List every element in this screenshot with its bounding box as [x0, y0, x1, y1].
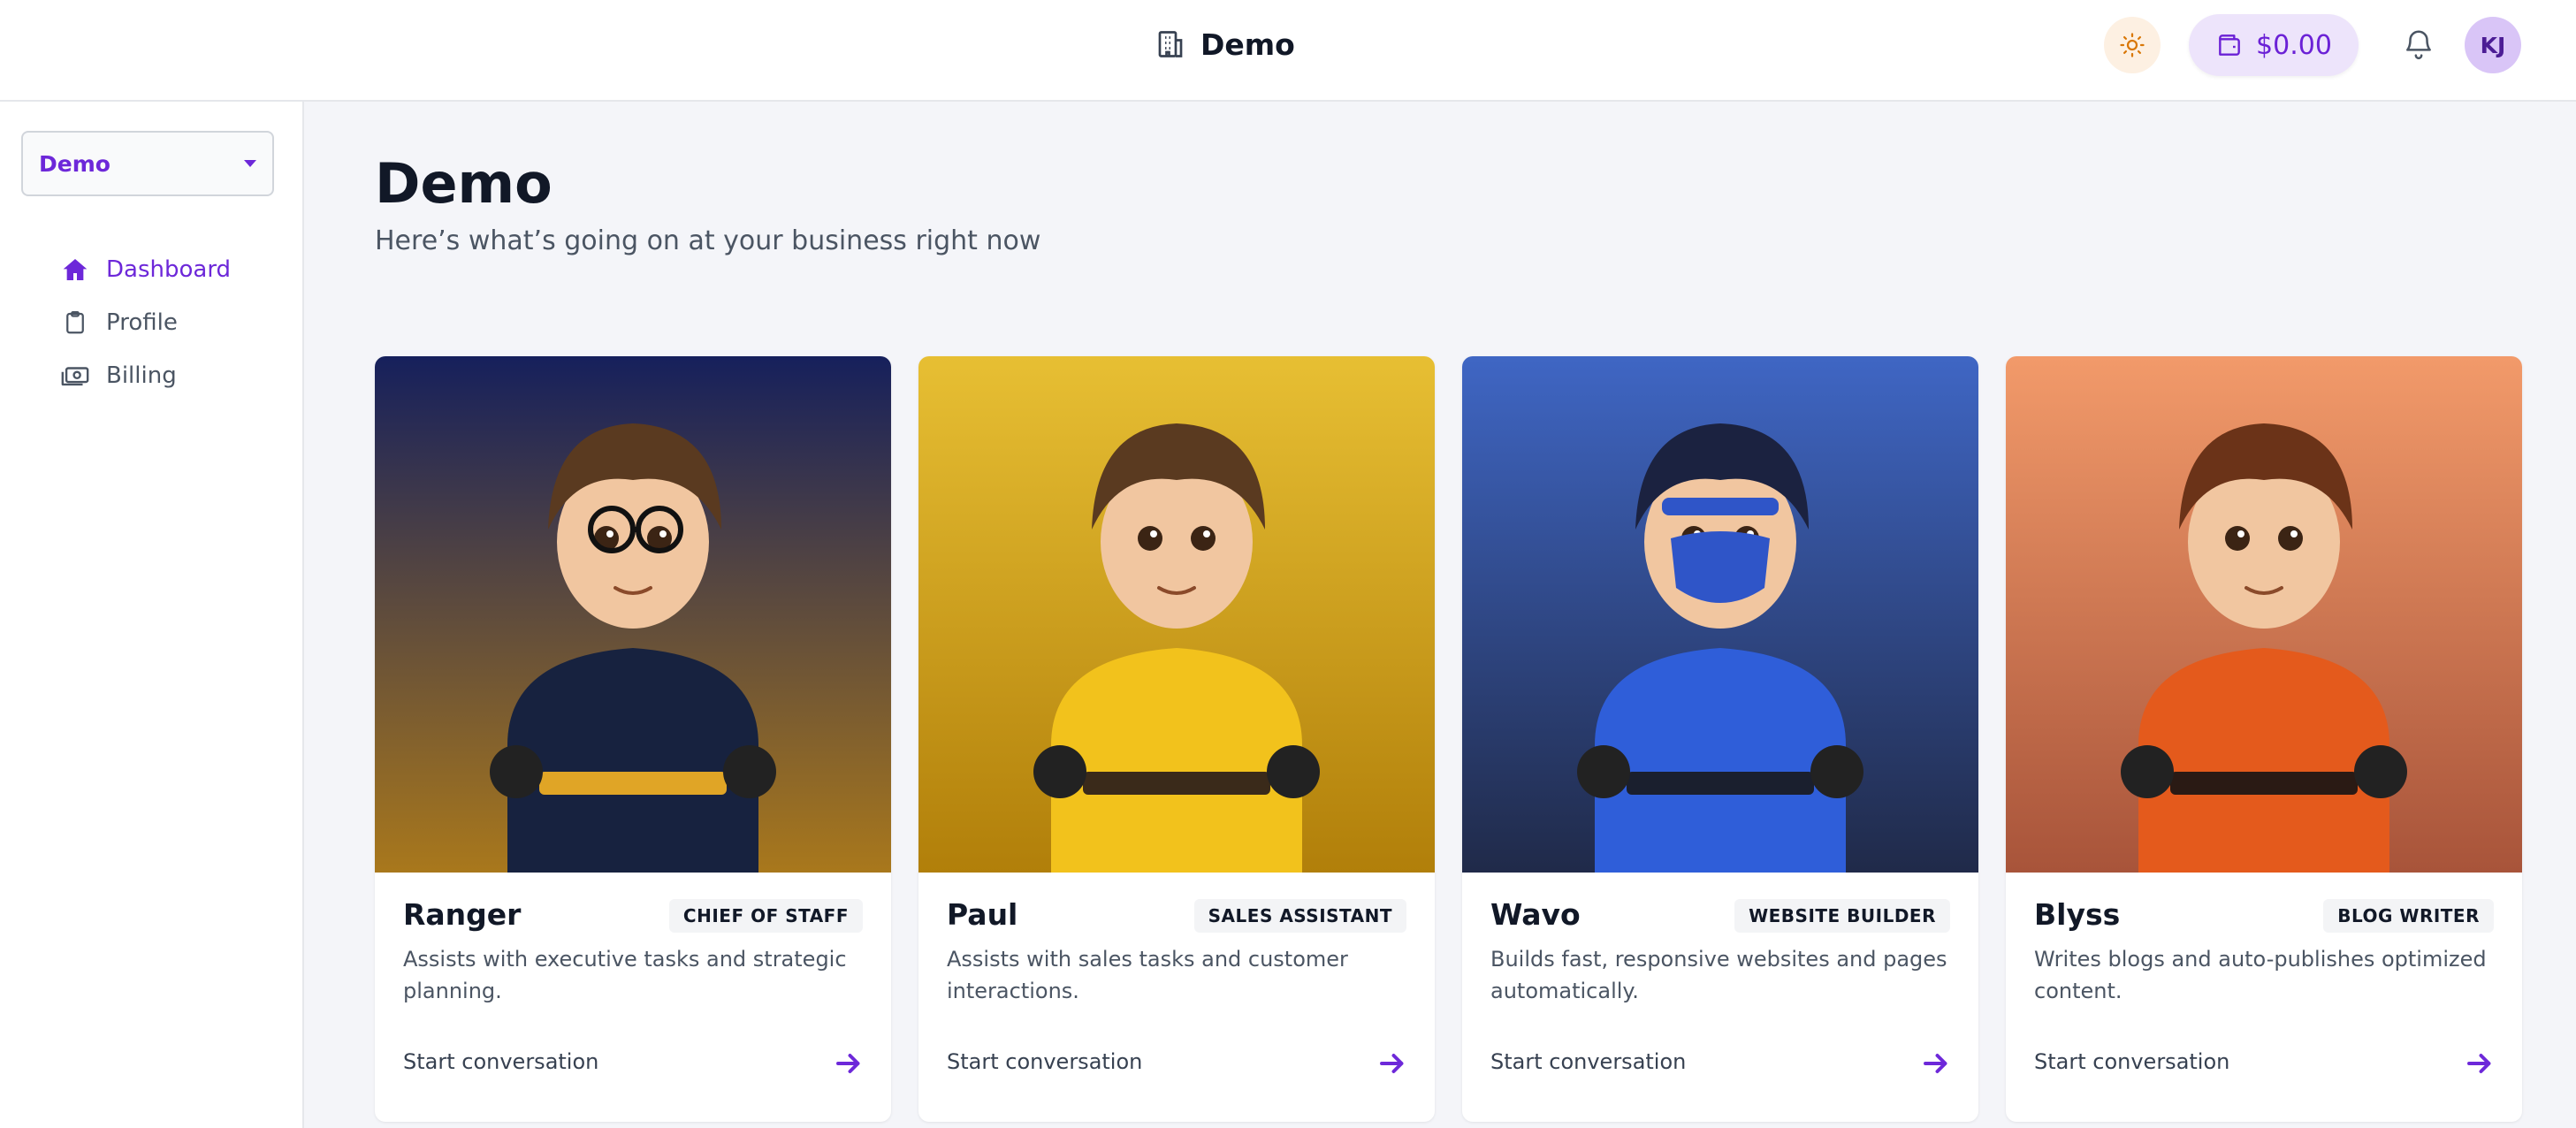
sidebar-item-label: Billing: [106, 362, 177, 389]
page-title: Demo: [375, 151, 553, 216]
sidebar-item-label: Dashboard: [106, 256, 232, 283]
chevron-down-icon: [244, 160, 256, 167]
agent-role-badge: WEBSITE BUILDER: [1734, 899, 1950, 933]
start-conversation-link[interactable]: Start conversation: [2034, 1049, 2229, 1074]
page-subtitle: Here’s what’s going on at your business …: [375, 225, 1041, 256]
agent-card-blyss[interactable]: Blyss BLOG WRITER Writes blogs and auto-…: [2006, 356, 2522, 1122]
sidebar-item-billing[interactable]: Billing: [60, 349, 231, 402]
sidebar-item-label: Profile: [106, 309, 178, 336]
agent-name: Paul: [947, 897, 1018, 932]
arrow-right-icon[interactable]: [1376, 1048, 1408, 1079]
agent-name: Wavo: [1490, 897, 1581, 932]
wallet-balance-button[interactable]: $0.00: [2189, 14, 2359, 76]
agent-card-body: Wavo WEBSITE BUILDER Builds fast, respon…: [1462, 873, 1978, 1122]
agent-avatar-image: [375, 356, 891, 873]
agent-description: Builds fast, responsive websites and pag…: [1490, 947, 1947, 1003]
agent-description: Assists with executive tasks and strateg…: [403, 947, 847, 1003]
brand[interactable]: Demo: [1155, 27, 1295, 62]
arrow-right-icon[interactable]: [2464, 1048, 2496, 1079]
top-header: Demo $0.00 KJ: [0, 0, 2576, 102]
agent-card-body: Ranger CHIEF OF STAFF Assists with execu…: [375, 873, 891, 1122]
agent-avatar-image: [918, 356, 1435, 873]
sidebar-item-dashboard[interactable]: Dashboard: [60, 243, 231, 296]
agent-card-ranger[interactable]: Ranger CHIEF OF STAFF Assists with execu…: [375, 356, 891, 1122]
agent-card-body: Blyss BLOG WRITER Writes blogs and auto-…: [2006, 873, 2522, 1122]
clipboard-icon: [60, 308, 90, 338]
cash-icon: [60, 361, 90, 391]
organization-select[interactable]: Demo: [21, 131, 274, 196]
agent-role-badge: CHIEF OF STAFF: [668, 899, 863, 933]
notifications-button[interactable]: [2397, 23, 2440, 65]
bell-icon: [2406, 30, 2431, 60]
agent-description: Assists with sales tasks and customer in…: [947, 947, 1348, 1003]
agent-name: Ranger: [403, 897, 522, 932]
wallet-icon: [2219, 34, 2240, 56]
sidebar: Demo Dashboard Profile Billing: [0, 102, 304, 1128]
agent-description: Writes blogs and auto-publishes optimize…: [2034, 947, 2487, 1003]
sidebar-item-profile[interactable]: Profile: [60, 296, 231, 349]
start-conversation-link[interactable]: Start conversation: [1490, 1049, 1686, 1074]
agent-card-paul[interactable]: Paul SALES ASSISTANT Assists with sales …: [918, 356, 1435, 1122]
agent-card-wavo[interactable]: Wavo WEBSITE BUILDER Builds fast, respon…: [1462, 356, 1978, 1122]
agent-role-badge: BLOG WRITER: [2323, 899, 2494, 933]
agent-avatar-image: [1462, 356, 1978, 873]
agent-card-body: Paul SALES ASSISTANT Assists with sales …: [918, 873, 1435, 1122]
main-content: Demo Here’s what’s going on at your busi…: [304, 102, 2576, 1128]
home-icon: [60, 255, 90, 285]
arrow-right-icon[interactable]: [833, 1048, 865, 1079]
agent-avatar-image: [2006, 356, 2522, 873]
organization-select-value: Demo: [39, 150, 111, 177]
sun-icon: [2120, 33, 2145, 57]
building-icon: [1158, 31, 1183, 57]
agent-role-badge: SALES ASSISTANT: [1193, 899, 1406, 933]
wallet-amount: $0.00: [2256, 29, 2332, 61]
user-avatar[interactable]: KJ: [2465, 17, 2521, 73]
arrow-right-icon[interactable]: [1920, 1048, 1952, 1079]
start-conversation-link[interactable]: Start conversation: [947, 1049, 1142, 1074]
theme-toggle-button[interactable]: [2104, 17, 2161, 73]
agent-name: Blyss: [2034, 897, 2121, 932]
sidebar-nav: Dashboard Profile Billing: [60, 243, 231, 402]
start-conversation-link[interactable]: Start conversation: [403, 1049, 598, 1074]
brand-title: Demo: [1200, 27, 1295, 62]
